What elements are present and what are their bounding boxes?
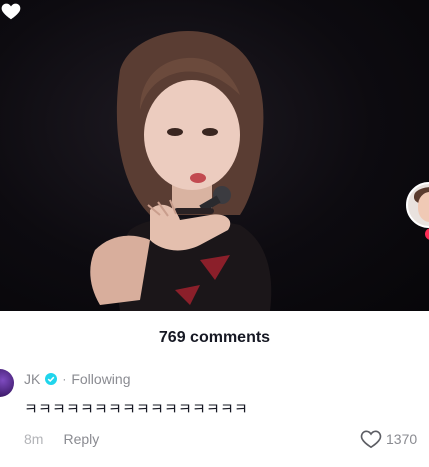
comment-text: ㅋㅋㅋㅋㅋㅋㅋㅋㅋㅋㅋㅋㅋㅋㅋㅋ bbox=[24, 400, 249, 418]
reply-button[interactable]: Reply bbox=[63, 431, 99, 447]
video-frame-illustration bbox=[90, 31, 272, 311]
video-player[interactable] bbox=[0, 0, 429, 311]
verified-badge-icon bbox=[45, 373, 58, 385]
like-count: 1370 bbox=[386, 431, 418, 447]
avatar-face bbox=[418, 192, 429, 222]
comment-meta-row: 8m Reply bbox=[24, 431, 99, 447]
comment-author-row: JK · Following bbox=[24, 371, 130, 387]
comments-count-title: 769 comments bbox=[158, 329, 271, 346]
comment-like-button[interactable]: 1370 bbox=[360, 429, 417, 449]
side-like-heart-icon[interactable] bbox=[0, 0, 22, 22]
heart-outline-icon[interactable] bbox=[360, 429, 382, 449]
comment-author-name[interactable]: JK bbox=[24, 371, 40, 387]
comment-timestamp: 8m bbox=[24, 431, 44, 447]
separator-dot: · bbox=[62, 372, 67, 386]
following-label: Following bbox=[71, 371, 131, 387]
